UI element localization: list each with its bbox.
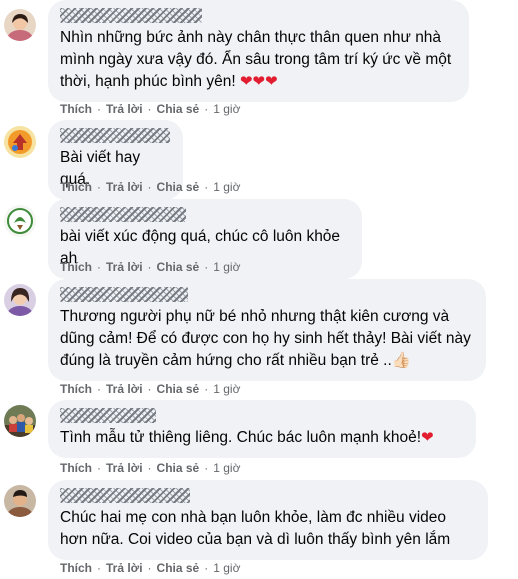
like-button[interactable]: Thích	[60, 461, 92, 475]
like-button[interactable]: Thích	[60, 382, 92, 396]
comment-actions: Thích · Trả lời · Chia sẻ · 1 giờ	[60, 460, 240, 476]
like-button[interactable]: Thích	[60, 180, 92, 194]
separator-dot: ·	[147, 260, 152, 274]
avatar-green-emblem-icon	[4, 205, 36, 237]
like-button[interactable]: Thích	[60, 102, 92, 116]
separator-dot: ·	[204, 260, 209, 274]
separator-dot: ·	[204, 180, 209, 194]
share-button[interactable]: Chia sẻ	[157, 561, 200, 575]
comment-time[interactable]: 1 giờ	[213, 102, 240, 116]
author-name-redacted[interactable]	[60, 287, 188, 302]
avatar-group-photo-icon	[4, 405, 36, 437]
comment-text: Thương người phụ nữ bé nhỏ nhưng thật ki…	[60, 308, 471, 369]
separator-dot: ·	[204, 102, 209, 116]
comment-text: Chúc hai mẹ con nhà bạn luôn khỏe, làm đ…	[60, 509, 451, 548]
share-button[interactable]: Chia sẻ	[157, 461, 200, 475]
author-name-redacted[interactable]	[60, 488, 190, 503]
avatar[interactable]	[4, 126, 36, 158]
like-button[interactable]: Thích	[60, 260, 92, 274]
reply-button[interactable]: Trả lời	[106, 382, 143, 396]
heart-emoji-icon: ❤	[252, 73, 266, 90]
heart-emoji-icon: ❤	[239, 73, 253, 90]
comment-time[interactable]: 1 giờ	[213, 260, 240, 274]
comment-bubble: Nhìn những bức ảnh này chân thực thân qu…	[48, 0, 469, 102]
share-button[interactable]: Chia sẻ	[157, 102, 200, 116]
comment-time[interactable]: 1 giờ	[213, 180, 240, 194]
separator-dot: ·	[147, 180, 152, 194]
separator-dot: ·	[97, 561, 101, 575]
reply-button[interactable]: Trả lời	[106, 561, 143, 575]
comment-bubble: Tình mẫu tử thiêng liêng. Chúc bác luôn …	[48, 400, 476, 458]
comment-bubble: Chúc hai mẹ con nhà bạn luôn khỏe, làm đ…	[48, 480, 488, 560]
separator-dot: ·	[204, 461, 209, 475]
comment-actions: Thích · Trả lời · Chia sẻ · 1 giờ	[60, 259, 240, 275]
avatar[interactable]	[4, 205, 36, 237]
avatar[interactable]	[4, 284, 36, 316]
separator-dot: ·	[204, 561, 209, 575]
comment-bubble: Thương người phụ nữ bé nhỏ nhưng thật ki…	[48, 279, 486, 381]
separator-dot: ·	[204, 382, 209, 396]
share-button[interactable]: Chia sẻ	[157, 382, 200, 396]
separator-dot: ·	[147, 461, 152, 475]
author-name-redacted[interactable]	[60, 207, 186, 222]
reply-button[interactable]: Trả lời	[106, 180, 143, 194]
author-name-redacted[interactable]	[60, 8, 202, 23]
heart-emoji-icon: ❤	[421, 429, 434, 446]
separator-dot: ·	[147, 102, 152, 116]
avatar-woman-portrait-icon	[4, 9, 36, 41]
share-button[interactable]: Chia sẻ	[157, 260, 200, 274]
comment-actions: Thích · Trả lời · Chia sẻ · 1 giờ	[60, 381, 240, 397]
separator-dot: ·	[97, 102, 101, 116]
separator-dot: ·	[97, 260, 101, 274]
comment-time[interactable]: 1 giờ	[213, 461, 240, 475]
comment-time[interactable]: 1 giờ	[213, 382, 240, 396]
avatar-man-portrait-icon	[4, 485, 36, 517]
avatar-orange-logo-icon	[4, 126, 36, 158]
comment-actions: Thích · Trả lời · Chia sẻ · 1 giờ	[60, 560, 240, 576]
comment-text: Nhìn những bức ảnh này chân thực thân qu…	[60, 29, 452, 90]
comment-time[interactable]: 1 giờ	[213, 561, 240, 575]
separator-dot: ·	[97, 180, 101, 194]
like-button[interactable]: Thích	[60, 561, 92, 575]
reply-button[interactable]: Trả lời	[106, 461, 143, 475]
separator-dot: ·	[97, 461, 101, 475]
comment-text: Tình mẫu tử thiêng liêng. Chúc bác luôn …	[60, 429, 434, 446]
comment-actions: Thích · Trả lời · Chia sẻ · 1 giờ	[60, 179, 240, 195]
comment-thread: Nhìn những bức ảnh này chân thực thân qu…	[0, 0, 518, 579]
heart-emoji-icon: ❤	[265, 73, 278, 90]
separator-dot: ·	[97, 382, 101, 396]
avatar[interactable]	[4, 405, 36, 437]
reply-button[interactable]: Trả lời	[106, 260, 143, 274]
avatar[interactable]	[4, 9, 36, 41]
separator-dot: ·	[147, 382, 152, 396]
reply-button[interactable]: Trả lời	[106, 102, 143, 116]
author-name-redacted[interactable]	[60, 408, 156, 423]
author-name-redacted[interactable]	[60, 128, 170, 143]
separator-dot: ·	[147, 561, 152, 575]
avatar[interactable]	[4, 485, 36, 517]
share-button[interactable]: Chia sẻ	[157, 180, 200, 194]
comment-actions: Thích · Trả lời · Chia sẻ · 1 giờ	[60, 101, 240, 117]
avatar-woman-portrait-icon	[4, 284, 36, 316]
